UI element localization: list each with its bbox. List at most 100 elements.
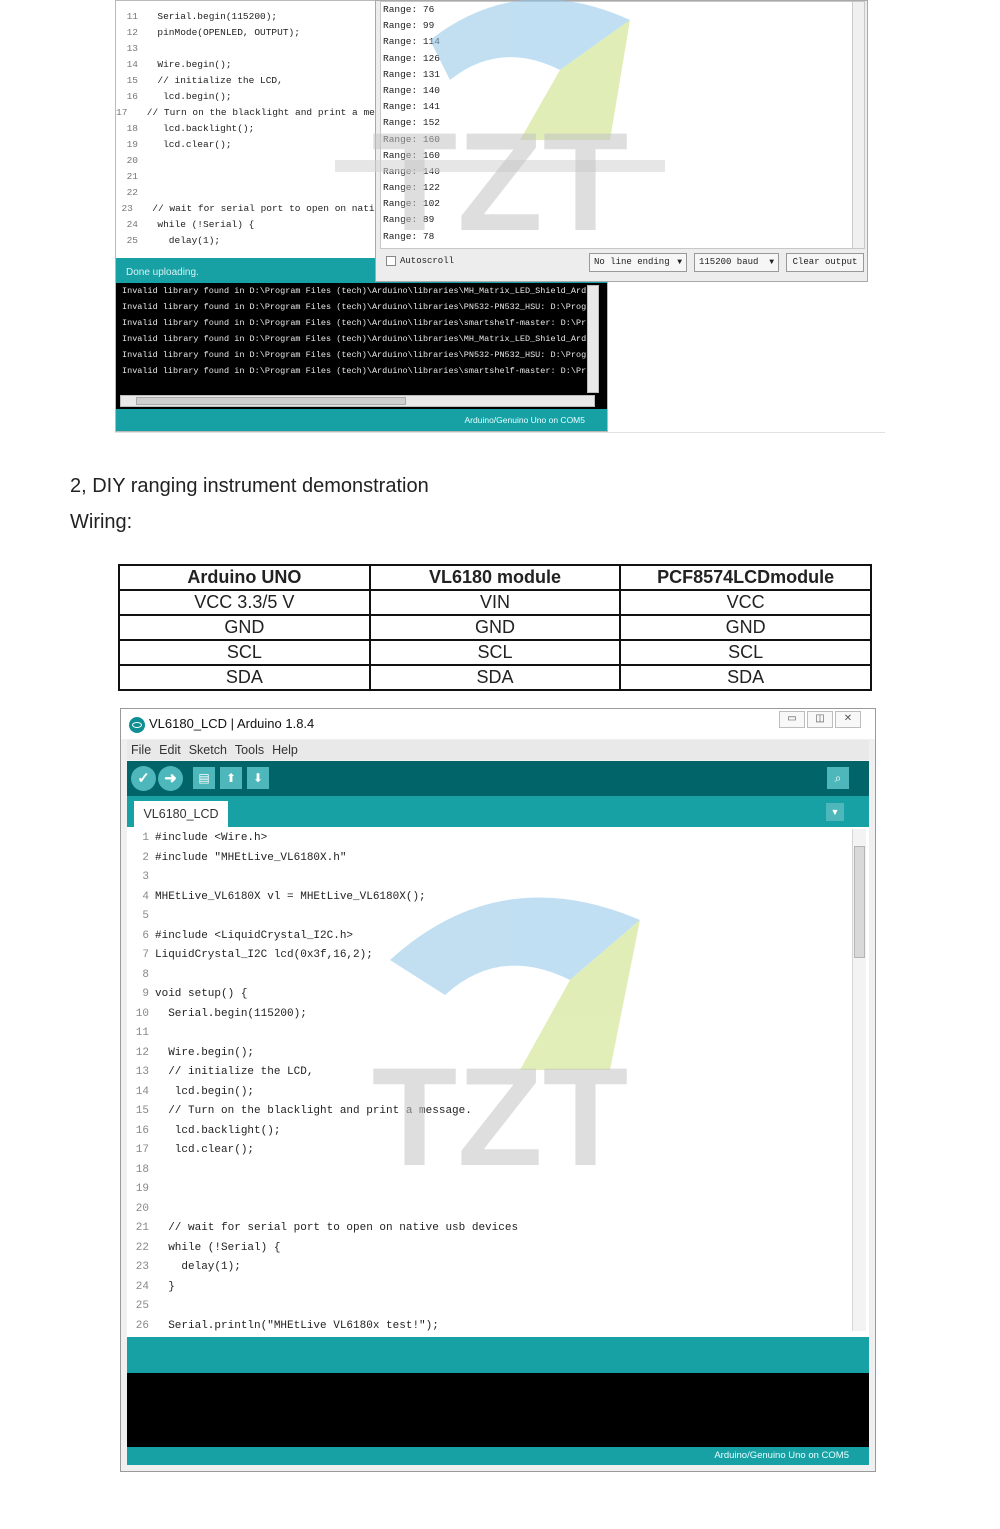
minimize-button[interactable]: ▭ <box>779 711 805 728</box>
line-number: 11 <box>126 11 138 22</box>
line-ending-select[interactable]: No line ending ▼ <box>589 253 687 272</box>
code-line: 23 // wait for serial port to open on na… <box>116 201 386 217</box>
code-line: 19 lcd.clear(); <box>116 137 386 153</box>
code-line: 21 <box>116 169 386 185</box>
table-row: SDA SDA SDA <box>118 664 872 691</box>
code-line: 17 // Turn on the blacklight and print a… <box>116 105 386 121</box>
line-number: 5 <box>142 910 149 922</box>
code-line: 19 <box>127 1180 869 1200</box>
menu-tools[interactable]: Tools <box>235 740 264 760</box>
code-line: 14 Wire.begin(); <box>116 57 386 73</box>
menu-edit[interactable]: Edit <box>159 740 181 760</box>
upload-button[interactable]: ➜ <box>158 766 183 791</box>
code-line: 5 <box>127 907 869 927</box>
serial-scrollbar[interactable] <box>852 2 864 248</box>
top-arduino-screenshot: 11 Serial.begin(115200); 12 pinMode(OPENL… <box>0 0 1000 440</box>
table-cell: SCL <box>619 639 872 666</box>
table-cell: GND <box>619 614 872 641</box>
autoscroll-checkbox[interactable]: Autoscroll <box>386 256 454 266</box>
arrow-right-icon: ➜ <box>164 770 177 787</box>
line-number: 25 <box>135 1300 149 1312</box>
serial-range-line: Range: 76 <box>383 4 435 15</box>
title-bar[interactable]: VL6180_LCD | Arduino 1.8.4 ▭ ◫ ✕ <box>121 709 875 739</box>
range-output-lines: Range: 76 Range: 99 Range: 114 Range: 126 Ra… <box>381 2 864 245</box>
line-number: 18 <box>135 1163 149 1176</box>
code-line: 1 #include <Wire.h> <box>127 829 869 849</box>
code-text: // Turn on the blacklight and print a me… <box>155 1105 472 1117</box>
console-line: Invalid library found in D:\Program File… <box>122 286 587 296</box>
table-row: VCC 3.3/5 V VIN VCC <box>118 589 872 616</box>
code-text: #include <Wire.h> <box>155 832 268 844</box>
board-port-status: Arduino/Genuino Uno on COM5 <box>714 1450 849 1461</box>
editor-scrollbar[interactable] <box>852 829 866 1331</box>
console-vertical-scrollbar[interactable] <box>587 285 599 393</box>
line-number: 22 <box>126 187 138 198</box>
line-number: 4 <box>142 890 149 903</box>
maximize-button[interactable]: ◫ <box>807 711 833 728</box>
toolbar: ✓ ➜ ▤ ⬆ ⬇ ⌕ <box>127 761 869 796</box>
code-line: 22 while (!Serial) { <box>127 1239 869 1259</box>
code-text: #include <LiquidCrystal_I2C.h> <box>155 929 354 942</box>
arduino-logo-icon <box>129 717 145 733</box>
code-text: #include "MHEtLive_VL6180X.h" <box>155 851 347 864</box>
open-sketch-button[interactable]: ⬆ <box>220 767 242 789</box>
code-line: 24 } <box>127 1278 869 1298</box>
console-output <box>127 1373 869 1447</box>
line-number: 21 <box>135 1222 149 1234</box>
scroll-thumb[interactable] <box>854 846 865 958</box>
tabs-bar: VL6180_LCD ▼ <box>127 796 869 827</box>
serial-output-area: Range: 76 Range: 99 Range: 114 Range: 126 Ra… <box>380 1 865 249</box>
serial-range-line: Range: 114 <box>383 36 441 48</box>
serial-range-line: Range: 102 <box>383 198 441 210</box>
table-cell: GND <box>368 614 622 641</box>
line-number: 23 <box>135 1261 149 1273</box>
code-line: 3 <box>127 868 869 888</box>
window-controls: ▭ ◫ ✕ <box>779 711 861 728</box>
verify-button[interactable]: ✓ <box>131 766 156 791</box>
code-line: 11 <box>127 1024 869 1044</box>
code-text: LiquidCrystal_I2C lcd(0x3f,16,2); <box>155 949 373 961</box>
table-cell: VCC 3.3/5 V <box>118 589 371 616</box>
menu-file[interactable]: File <box>131 740 151 760</box>
code-line: 26 Serial.println("MHEtLive VL6180x test… <box>127 1317 869 1337</box>
checkbox-box[interactable] <box>386 256 396 266</box>
new-sketch-button[interactable]: ▤ <box>193 767 215 789</box>
section-heading: 2, DIY ranging instrument demonstration <box>70 475 429 497</box>
arduino-ide-window: VL6180_LCD | Arduino 1.8.4 ▭ ◫ ✕ File Ed… <box>120 708 876 1472</box>
baud-rate-select[interactable]: 115200 baud ▼ <box>694 253 779 272</box>
code-text: pinMode(OPENLED, OUTPUT); <box>146 27 300 38</box>
code-editor[interactable]: 1 #include <Wire.h> 2 #include "MHEtLive_VL… <box>127 827 869 1337</box>
status-bar: Arduino/Genuino Uno on COM5 <box>127 1447 869 1465</box>
serial-monitor-button[interactable]: ⌕ <box>827 767 849 789</box>
code-line: 2 #include "MHEtLive_VL6180X.h" <box>127 849 869 869</box>
code-line: 12 Wire.begin(); <box>127 1044 869 1064</box>
scroll-thumb[interactable] <box>136 397 406 405</box>
code-line: 20 <box>127 1200 869 1220</box>
console-horizontal-scrollbar[interactable] <box>120 395 595 407</box>
code-text: lcd.begin(); <box>146 91 232 102</box>
chevron-down-icon: ▼ <box>830 807 840 817</box>
console-lines: Invalid library found in D:\Program File… <box>116 283 607 379</box>
menu-sketch[interactable]: Sketch <box>189 740 227 760</box>
close-button[interactable]: ✕ <box>835 711 861 728</box>
menu-help[interactable]: Help <box>272 740 298 760</box>
serial-range-line: Range: 140 <box>383 165 441 177</box>
line-number: 11 <box>135 1027 149 1039</box>
small-code-editor[interactable]: 11 Serial.begin(115200); 12 pinMode(OPENL… <box>116 9 386 249</box>
code-line: 11 Serial.begin(115200); <box>116 9 386 25</box>
check-icon: ✓ <box>137 770 150 787</box>
code-text: // wait for serial port to open on nativ… <box>140 203 386 214</box>
clear-output-button[interactable]: Clear output <box>786 253 864 272</box>
tab-vl6180-lcd[interactable]: VL6180_LCD <box>134 801 228 827</box>
save-sketch-button[interactable]: ⬇ <box>247 767 269 789</box>
line-number: 19 <box>135 1183 149 1195</box>
line-number: 13 <box>126 43 138 54</box>
line-number: 14 <box>126 59 138 70</box>
tab-menu-button[interactable]: ▼ <box>826 803 844 821</box>
line-number: 16 <box>135 1124 149 1137</box>
line-number: 23 <box>121 203 133 214</box>
line-number: 20 <box>135 1202 149 1215</box>
code-text: while (!Serial) { <box>146 219 255 230</box>
code-line: 6 #include <LiquidCrystal_I2C.h> <box>127 927 869 947</box>
serial-range-line: Range: 160 <box>383 133 441 145</box>
